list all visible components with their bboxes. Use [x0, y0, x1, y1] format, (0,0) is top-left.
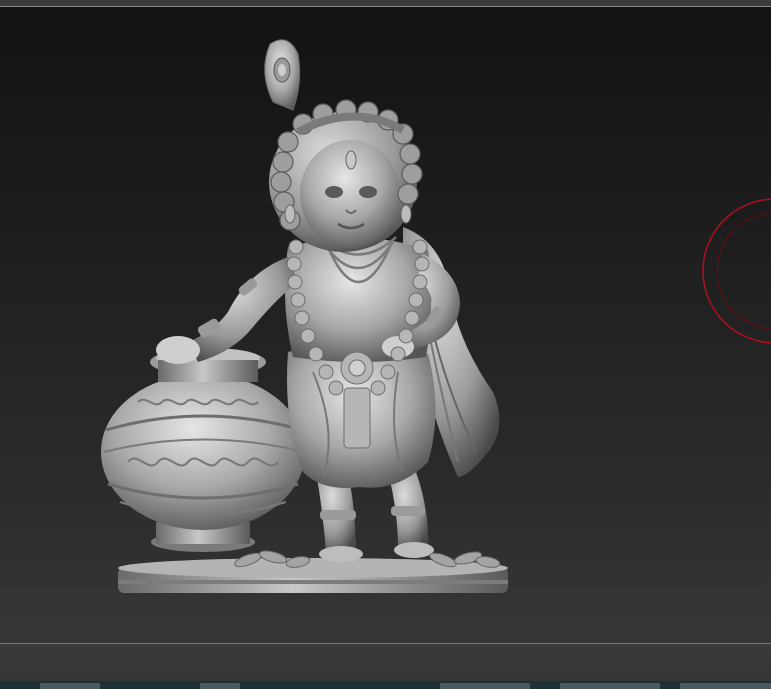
status-tab[interactable]	[440, 683, 530, 689]
status-tab[interactable]	[680, 683, 771, 689]
status-tab[interactable]	[40, 683, 100, 689]
model-pot	[101, 348, 305, 552]
viewport-top-border	[0, 0, 771, 7]
brush-cursor-icon	[702, 198, 771, 344]
sculpt-viewport[interactable]	[0, 0, 771, 689]
model-head	[264, 39, 423, 252]
sculpt-model[interactable]	[98, 32, 518, 607]
model-left-arm	[156, 257, 298, 364]
status-tab[interactable]	[200, 683, 240, 689]
status-tab[interactable]	[560, 683, 660, 689]
